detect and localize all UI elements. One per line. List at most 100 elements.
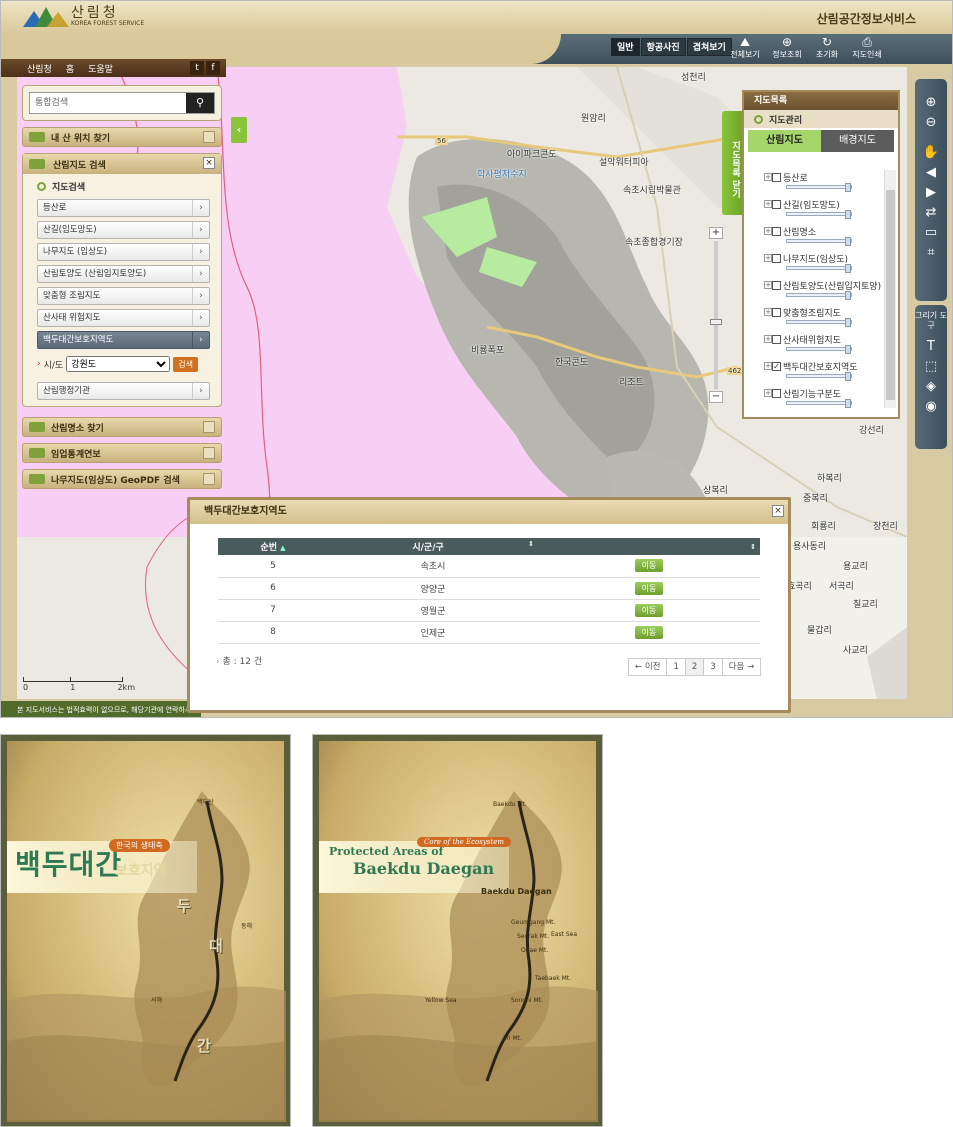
layer-item[interactable]: + 산림기능구분도: [754, 386, 884, 413]
tab-base-maps[interactable]: 배경지도: [821, 130, 894, 152]
search-input[interactable]: 통합검색: [30, 93, 186, 113]
layer-item[interactable]: + 산사태위험지도: [754, 332, 884, 359]
layer-checkbox[interactable]: [772, 200, 781, 209]
layer-button[interactable]: 산림토양도 (산림입지토양도) ›: [37, 265, 210, 283]
crop-icon[interactable]: ⌗: [915, 243, 947, 263]
expand-icon[interactable]: +: [764, 200, 772, 208]
layer-checkbox[interactable]: [772, 227, 781, 236]
page-number-button[interactable]: 2: [684, 658, 705, 676]
expand-icon[interactable]: +: [764, 227, 772, 235]
layer-item[interactable]: + 산길(임도망도): [754, 197, 884, 224]
move-button[interactable]: 이동: [634, 603, 664, 617]
layer-checkbox[interactable]: ✓: [772, 362, 781, 371]
prev-view-icon[interactable]: ◀: [915, 163, 947, 183]
expand-icon[interactable]: +: [764, 254, 772, 262]
full-view-button[interactable]: ⛰ 전체보기: [723, 35, 767, 60]
zoom-out-icon[interactable]: ⊖: [915, 113, 947, 133]
layer-checkbox[interactable]: [772, 308, 781, 317]
accordion-forestry-stats[interactable]: 임업통계연보: [22, 443, 222, 463]
pan-hand-icon[interactable]: ✋: [915, 143, 947, 163]
prev-page-button[interactable]: ← 이전: [628, 658, 668, 676]
expand-icon[interactable]: +: [764, 335, 772, 343]
twitter-icon[interactable]: t: [190, 61, 204, 75]
area-tool-icon[interactable]: ⬚: [915, 357, 947, 377]
text-tool-icon[interactable]: T: [915, 337, 947, 357]
next-page-button[interactable]: 다음 →: [721, 658, 762, 676]
opacity-slider[interactable]: [786, 210, 852, 219]
zoom-in-icon[interactable]: ⊕: [915, 93, 947, 113]
zoom-slider[interactable]: + −: [709, 227, 725, 407]
opacity-slider[interactable]: [786, 318, 852, 327]
scrollbar[interactable]: [884, 170, 896, 408]
opacity-slider[interactable]: [786, 291, 852, 300]
reset-button[interactable]: ↻ 초기화: [805, 35, 849, 60]
layer-button[interactable]: 산사태 위험지도 ›: [37, 309, 210, 327]
page-number-button[interactable]: 3: [703, 658, 723, 676]
layer-checkbox[interactable]: [772, 335, 781, 344]
layer-search-icon[interactable]: ◉: [915, 397, 947, 417]
layer-item[interactable]: + 산림명소: [754, 224, 884, 251]
opacity-slider[interactable]: [786, 237, 852, 246]
col-header-no[interactable]: 순번 ▲: [218, 538, 328, 555]
layer-item[interactable]: + 맞춤형조림지도: [754, 305, 884, 332]
swap-icon[interactable]: ⇄: [915, 203, 947, 223]
zoom-handle[interactable]: [710, 319, 722, 325]
search-icon[interactable]: ⚲: [186, 93, 214, 113]
expand-icon[interactable]: +: [764, 173, 772, 181]
layer-button[interactable]: 나무지도 (임상도) ›: [37, 243, 210, 261]
measure-icon[interactable]: ▭: [915, 223, 947, 243]
layer-item[interactable]: + ✓ 백두대간보호지역도: [754, 359, 884, 386]
move-button[interactable]: 이동: [634, 559, 664, 573]
print-button[interactable]: ⎙ 지도인쇄: [845, 35, 889, 60]
page-number-button[interactable]: 1: [666, 658, 686, 676]
close-icon[interactable]: ×: [772, 505, 784, 517]
layer-item[interactable]: + 등산로: [754, 170, 884, 197]
opacity-slider[interactable]: [786, 264, 852, 273]
col-header-name[interactable]: 시/군/구 ⇕: [328, 538, 538, 555]
sido-select[interactable]: 강원도: [66, 356, 171, 372]
close-map-list-button[interactable]: 지도목록 닫기: [722, 111, 742, 215]
layer-button[interactable]: 산길(임도망도) ›: [37, 221, 210, 239]
expand-icon[interactable]: +: [764, 389, 772, 397]
expand-icon[interactable]: +: [764, 308, 772, 316]
expand-icon[interactable]: +: [764, 362, 772, 370]
accordion-famous-places[interactable]: 산림명소 찾기: [22, 417, 222, 437]
layer-checkbox[interactable]: [772, 173, 781, 182]
opacity-slider[interactable]: [786, 345, 852, 354]
layer-checkbox[interactable]: [772, 389, 781, 398]
expand-icon[interactable]: +: [764, 281, 772, 289]
maptype-aerial-button[interactable]: 항공사진: [640, 38, 686, 56]
move-button[interactable]: 이동: [634, 581, 664, 595]
facebook-icon[interactable]: f: [206, 61, 220, 75]
nav-forest-service[interactable]: 산림청: [27, 62, 52, 75]
sido-search-button[interactable]: 검색: [173, 356, 198, 372]
chevron-right-icon: ›: [192, 244, 209, 260]
tab-forest-maps[interactable]: 산림지도: [748, 130, 821, 152]
accordion-geopdf[interactable]: 나무지도(임상도) GeoPDF 검색: [22, 469, 222, 489]
layer-checkbox[interactable]: [772, 281, 781, 290]
opacity-slider[interactable]: [786, 372, 852, 381]
info-query-button[interactable]: ⊕ 정보조회: [765, 35, 809, 60]
maptype-normal-button[interactable]: 일반: [611, 38, 640, 56]
close-icon[interactable]: ×: [203, 157, 215, 169]
admin-agency-button[interactable]: 산림행정기관 ›: [37, 382, 210, 400]
zoom-out-icon[interactable]: −: [709, 391, 723, 403]
layer-button[interactable]: 맞춤형 조림지도 ›: [37, 287, 210, 305]
collapse-panel-button[interactable]: ‹: [231, 117, 247, 143]
layer-tool-icon[interactable]: ◈: [915, 377, 947, 397]
zoom-in-icon[interactable]: +: [709, 227, 723, 239]
opacity-slider[interactable]: [786, 399, 852, 408]
layer-item[interactable]: + 나무지도(임상도): [754, 251, 884, 278]
nav-home[interactable]: 홈: [66, 62, 74, 75]
nav-help[interactable]: 도움말: [88, 62, 113, 75]
opacity-slider[interactable]: [786, 183, 852, 192]
layer-button[interactable]: 등산로 ›: [37, 199, 210, 217]
layer-button-selected[interactable]: 백두대간보호지역도 ›: [37, 331, 210, 349]
layer-checkbox[interactable]: [772, 254, 781, 263]
next-view-icon[interactable]: ▶: [915, 183, 947, 203]
logo[interactable]: 산림청 KOREA FOREST SERVICE: [23, 5, 144, 27]
layer-item[interactable]: + 산림토양도(산림입지토양): [754, 278, 884, 305]
move-button[interactable]: 이동: [634, 625, 664, 639]
col-header-move[interactable]: ⇕: [538, 538, 760, 555]
accordion-my-mountain[interactable]: 내 산 위치 찾기: [22, 127, 222, 147]
